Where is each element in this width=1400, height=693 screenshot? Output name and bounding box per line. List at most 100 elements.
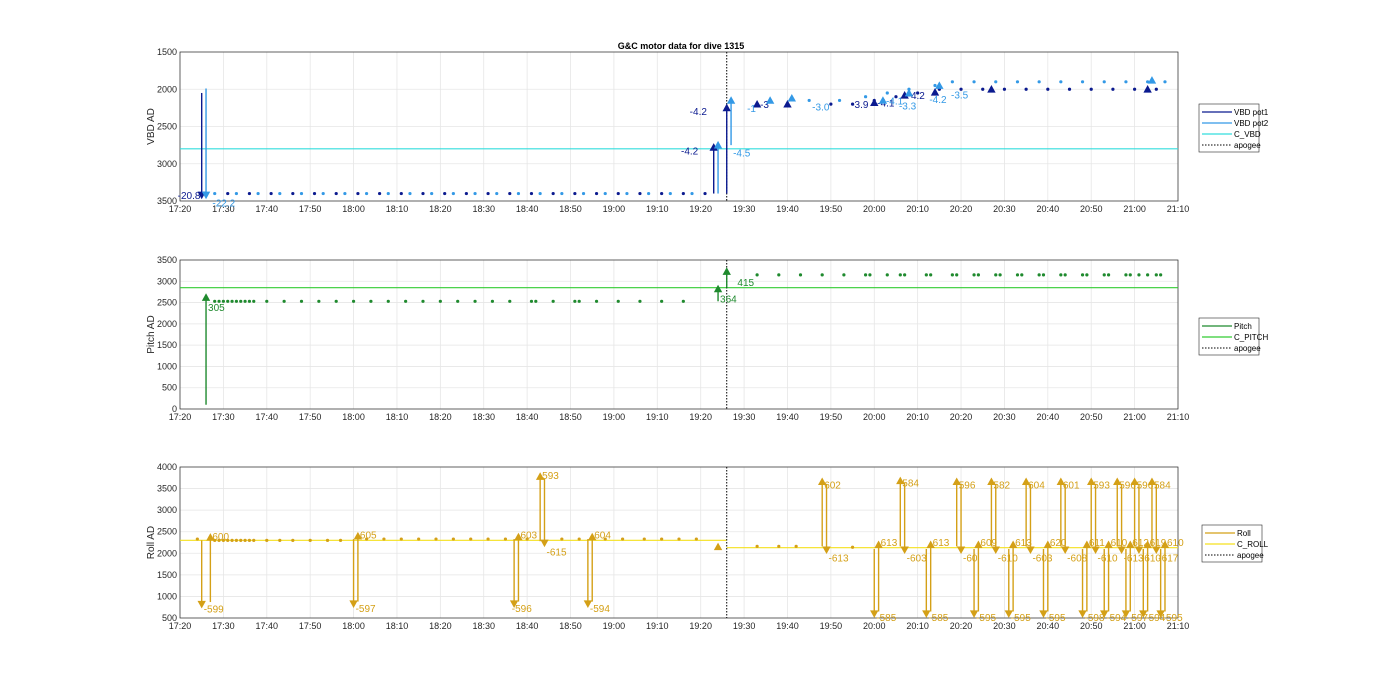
roll-legend-entry: Roll	[1237, 529, 1251, 538]
roll-event-label: -585	[876, 613, 896, 624]
vbd-event-label: -4.2	[690, 107, 708, 118]
pitch-panel: 17:20 17:30 17:40 17:50 18:00 18:10 18:20 18:30…	[146, 255, 1268, 422]
roll-data-point	[560, 537, 564, 541]
pitch-data-point	[594, 299, 599, 303]
vbd-x-tick-label: 18:30	[472, 204, 495, 214]
vbd-data-point	[226, 191, 230, 196]
pitch-data-point	[1037, 273, 1041, 277]
pitch-x-tick-label: 18:20	[429, 412, 452, 422]
vbd-data-point	[981, 87, 985, 91]
roll-legend: Roll C_ROLLapogee	[1201, 524, 1269, 563]
roll-x-tick-label: 20:20	[950, 621, 973, 631]
vbd-data-point	[1080, 80, 1085, 84]
roll-data-point	[777, 544, 781, 548]
roll-event-label: 600	[212, 532, 229, 543]
roll-x-tick-label: 17:50	[299, 621, 322, 631]
vbd-data-point	[234, 191, 239, 196]
vbd-legend-entry: apogee	[1234, 141, 1261, 150]
roll-y-tick-label: 2500	[157, 527, 177, 537]
roll-x-tick-label: 19:20	[689, 621, 712, 631]
vbd-data-point	[386, 191, 390, 196]
vbd-data-point	[430, 191, 434, 196]
vbd-data-point	[994, 80, 998, 84]
roll-event-label: -585	[928, 613, 948, 624]
vbd-x-tick-label: 20:10	[906, 204, 929, 214]
roll-data-point	[247, 538, 252, 542]
pitch-data-point	[820, 273, 824, 277]
vbd-x-tick-label: 21:00	[1123, 204, 1146, 214]
pitch-data-point	[299, 299, 304, 303]
vbd-data-point	[1037, 80, 1041, 84]
roll-event-label: -594	[590, 604, 610, 615]
vbd-y-tick-label: 3000	[157, 159, 177, 169]
roll-data-point	[234, 538, 239, 542]
vbd-x-tick-label: 19:00	[603, 204, 626, 214]
pitch-x-tick-label: 20:50	[1080, 412, 1103, 422]
roll-data-point	[677, 537, 681, 541]
pitch-x-tick-label: 18:00	[342, 412, 365, 422]
pitch-data-point	[252, 299, 256, 303]
vbd-data-point	[681, 191, 685, 196]
pitch-y-tick-label: 0	[172, 404, 177, 414]
pitch-data-point	[638, 299, 642, 303]
roll-y-tick-label: 1000	[157, 591, 177, 601]
vbd-data-point	[594, 191, 599, 196]
roll-y-tick-label: 2000	[157, 548, 177, 558]
roll-data-point	[195, 537, 199, 541]
pitch-x-tick-label: 18:50	[559, 412, 582, 422]
roll-event-label: 613	[933, 538, 950, 549]
roll-data-point	[620, 537, 625, 541]
vbd-data-point	[972, 80, 976, 84]
vbd-event-label: -4.2	[681, 146, 699, 157]
roll-y-axis-label: Roll AD	[146, 526, 157, 559]
pitch-x-tick-label: 20:30	[993, 412, 1016, 422]
vbd-x-tick-label: 18:40	[516, 204, 539, 214]
pitch-data-point	[534, 299, 538, 303]
pitch-data-point	[924, 273, 928, 277]
pitch-data-point	[456, 299, 460, 303]
vbd-x-tick-label: 19:30	[733, 204, 756, 214]
pitch-x-tick-label: 18:40	[516, 412, 539, 422]
vbd-y-tick-label: 3500	[157, 196, 177, 206]
pitch-data-point	[508, 299, 512, 303]
roll-data-point	[577, 537, 581, 541]
vbd-y-tick-label: 2000	[157, 84, 177, 94]
pitch-x-tick-label: 18:10	[386, 412, 409, 422]
pitch-data-point	[1137, 273, 1141, 277]
pitch-data-point	[616, 299, 620, 303]
roll-data-point	[469, 537, 473, 541]
pitch-data-point	[972, 273, 976, 277]
pitch-data-point	[369, 299, 373, 303]
roll-data-point	[382, 537, 386, 541]
roll-event-label: -603	[1032, 554, 1052, 565]
vbd-data-point	[256, 191, 260, 196]
roll-event-label: 603	[520, 531, 537, 542]
roll-event-label: -613	[829, 554, 849, 565]
vbd-data-point	[638, 191, 642, 196]
pitch-data-point	[243, 299, 247, 303]
vbd-legend-entry: VBD pot2	[1234, 119, 1269, 128]
roll-data-point	[291, 538, 295, 542]
pitch-legend: Pitch C_PITCHapogee	[1198, 317, 1268, 356]
vbd-x-tick-label: 19:40	[776, 204, 799, 214]
pitch-event-label: 305	[208, 303, 225, 314]
pitch-legend-entry: Pitch	[1234, 322, 1252, 331]
pitch-data-point	[386, 299, 390, 303]
vbd-data-point	[247, 191, 252, 196]
pitch-data-point	[265, 299, 269, 303]
vbd-y-tick-label: 1500	[157, 47, 177, 57]
pitch-y-tick-label: 2500	[157, 298, 177, 308]
pitch-data-point	[994, 273, 998, 277]
pitch-x-tick-label: 20:20	[950, 412, 973, 422]
pitch-x-tick-label: 17:30	[212, 412, 235, 422]
vbd-x-tick-label: 18:10	[386, 204, 409, 214]
vbd-data-point	[278, 191, 282, 196]
vbd-x-tick-label: 20:40	[1037, 204, 1060, 214]
roll-data-point	[755, 544, 759, 548]
vbd-data-point	[1163, 80, 1167, 84]
vbd-marker-label: -3.3	[899, 102, 917, 113]
vbd-data-point	[807, 98, 811, 103]
pitch-data-point	[755, 273, 759, 277]
roll-event-label: -608	[1067, 554, 1087, 565]
vbd-data-point	[1102, 80, 1106, 84]
